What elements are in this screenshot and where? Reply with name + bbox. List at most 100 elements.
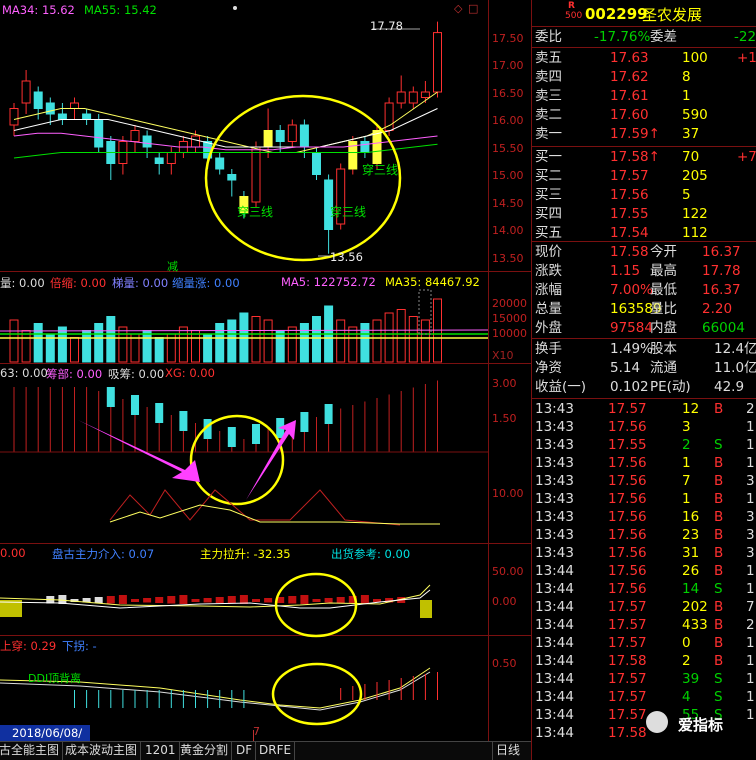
tick-volume: 4 — [682, 689, 691, 705]
ind4-bar — [94, 597, 103, 603]
tick-count: 2 — [746, 401, 755, 417]
square-icon[interactable]: □ — [468, 2, 478, 15]
volume-bar — [94, 323, 104, 363]
volume-bar — [106, 316, 116, 363]
tick-direction: B — [714, 563, 724, 579]
ind3-a: 63: 0.00 — [0, 366, 48, 380]
stat-value: 42.9 — [714, 379, 745, 395]
tick-time: 13:43 — [535, 455, 574, 471]
trade-tick-row: 13:44 17.57 0 B 1 — [532, 634, 756, 652]
stat-label: 现价 — [535, 244, 562, 260]
stat-label: PE(动) — [650, 379, 691, 395]
tab-df[interactable]: DF — [233, 741, 257, 760]
ind4-bar — [143, 598, 152, 603]
candle — [433, 32, 442, 93]
tick-time: 13:44 — [535, 725, 574, 741]
stat-label: 涨幅 — [535, 282, 562, 298]
tick-direction: B — [714, 527, 724, 543]
tick-time: 13:43 — [535, 545, 574, 561]
ind5-a: 上穿: 0.29 — [0, 639, 57, 653]
candle — [396, 91, 406, 104]
ask-price: 17.63 — [610, 50, 649, 66]
bid-volume: 5 — [682, 187, 691, 203]
tick-price: 17.56 — [608, 527, 647, 543]
tick-volume: 1 — [682, 455, 691, 471]
volume-bar — [420, 319, 430, 363]
tick-count: 3 — [746, 473, 755, 489]
ask-price: 17.59↑ — [610, 126, 660, 142]
volume-bar — [396, 309, 406, 363]
tick-time: 13:44 — [535, 689, 574, 705]
stat-value: 7.00% — [610, 282, 653, 298]
tick-count: 3 — [746, 509, 755, 525]
ind3-wave-2 — [109, 504, 440, 525]
candle — [166, 152, 176, 164]
ask-row: 卖二 17.60 590 — [532, 106, 756, 124]
tick-price: 17.57 — [608, 599, 647, 615]
stat-value: 12.4亿 — [714, 341, 756, 357]
stat-row: 换手 1.49% 股本 12.4亿 — [532, 340, 756, 358]
tick-time: 13:44 — [535, 671, 574, 687]
tick-count: 1 — [746, 581, 755, 597]
volume-bar — [299, 323, 309, 363]
trade-tick-row: 13:43 17.56 1 B 1 — [532, 454, 756, 472]
weibi-value: -17.76% — [594, 29, 651, 45]
tab-main-chart[interactable]: 古全能主图 — [0, 741, 64, 760]
vol-liang: 量: 0.00 — [0, 276, 45, 290]
ind3-c: 吸筹: 0.00 — [108, 367, 165, 381]
tab-drfe[interactable]: DRFE — [256, 741, 296, 760]
tick-count: 1 — [746, 635, 755, 651]
kline-chart-area[interactable]: MA34: 15.62 MA55: 15.42 ◇ □ 17.78 13.56 … — [0, 0, 531, 760]
tab-1201[interactable]: 1201 — [142, 741, 180, 760]
stock-name[interactable]: 圣农发展 — [642, 4, 702, 25]
ask-volume: 1 — [682, 88, 691, 104]
ind4-bar — [167, 596, 176, 604]
tab-daily[interactable]: 日线 — [492, 741, 523, 760]
r-badge: R — [568, 1, 575, 11]
volume-bar — [191, 330, 200, 363]
bid-row: 买一 17.58↑ 70 +70 — [532, 148, 756, 166]
ind4-bar — [155, 597, 164, 603]
diamond-icon[interactable]: ◇ — [454, 2, 462, 15]
ask-label: 卖二 — [535, 107, 562, 123]
candle — [227, 174, 237, 181]
ind4-bar — [118, 595, 127, 604]
bid-label: 买五 — [535, 225, 562, 241]
bid-row: 买四 17.55 122 — [532, 205, 756, 223]
ind4-c: 主力拉升: -32.35 — [200, 547, 291, 561]
stat-value: 11.0亿 — [714, 360, 756, 376]
stat-value: 0.102 — [610, 379, 649, 395]
candle — [191, 135, 200, 148]
tick-time: 13:43 — [535, 509, 574, 525]
weicha-label: 委差 — [650, 29, 677, 45]
axis-tick: 1.50 — [492, 412, 517, 425]
trade-tick-row: 13:44 17.57 4 S 1 — [532, 688, 756, 706]
bid-label: 买二 — [535, 168, 562, 184]
stat-label: 净资 — [535, 360, 562, 376]
tick-price: 17.56 — [608, 419, 647, 435]
bid-volume: 70 — [682, 149, 700, 165]
tick-volume: 0 — [682, 635, 691, 651]
vol-unit-label: X10 — [492, 349, 514, 362]
jian-label: 减 — [167, 260, 178, 273]
tab-golden-ratio[interactable]: 黄金分割 — [177, 741, 233, 760]
ask-label: 卖四 — [535, 69, 562, 85]
tick-price: 17.58 — [608, 653, 647, 669]
weibi-row: 委比 -17.76% 委差 -222 — [532, 28, 756, 46]
axis-tick: 14.00 — [492, 224, 524, 237]
tick-price: 17.57 — [608, 689, 647, 705]
tick-count: 1 — [746, 671, 755, 687]
tick-time: 13:44 — [535, 581, 574, 597]
quote-header: R 500 002299 圣农发展 — [532, 0, 756, 26]
tick-volume: 39 — [682, 671, 700, 687]
weicha-value: -222 — [734, 29, 756, 45]
candle — [21, 80, 31, 104]
candle — [9, 108, 19, 126]
tab-cost-wave[interactable]: 成本波动主图 — [62, 741, 142, 760]
pattern-label-3: 穿三线 — [362, 163, 399, 177]
ask-row: 卖五 17.63 100 +100 — [532, 49, 756, 67]
tick-direction: B — [714, 455, 724, 471]
trade-tick-row: 13:43 17.56 16 B 3 — [532, 508, 756, 526]
ind4-bar — [300, 595, 309, 604]
stat-value: 17.78 — [702, 263, 741, 279]
